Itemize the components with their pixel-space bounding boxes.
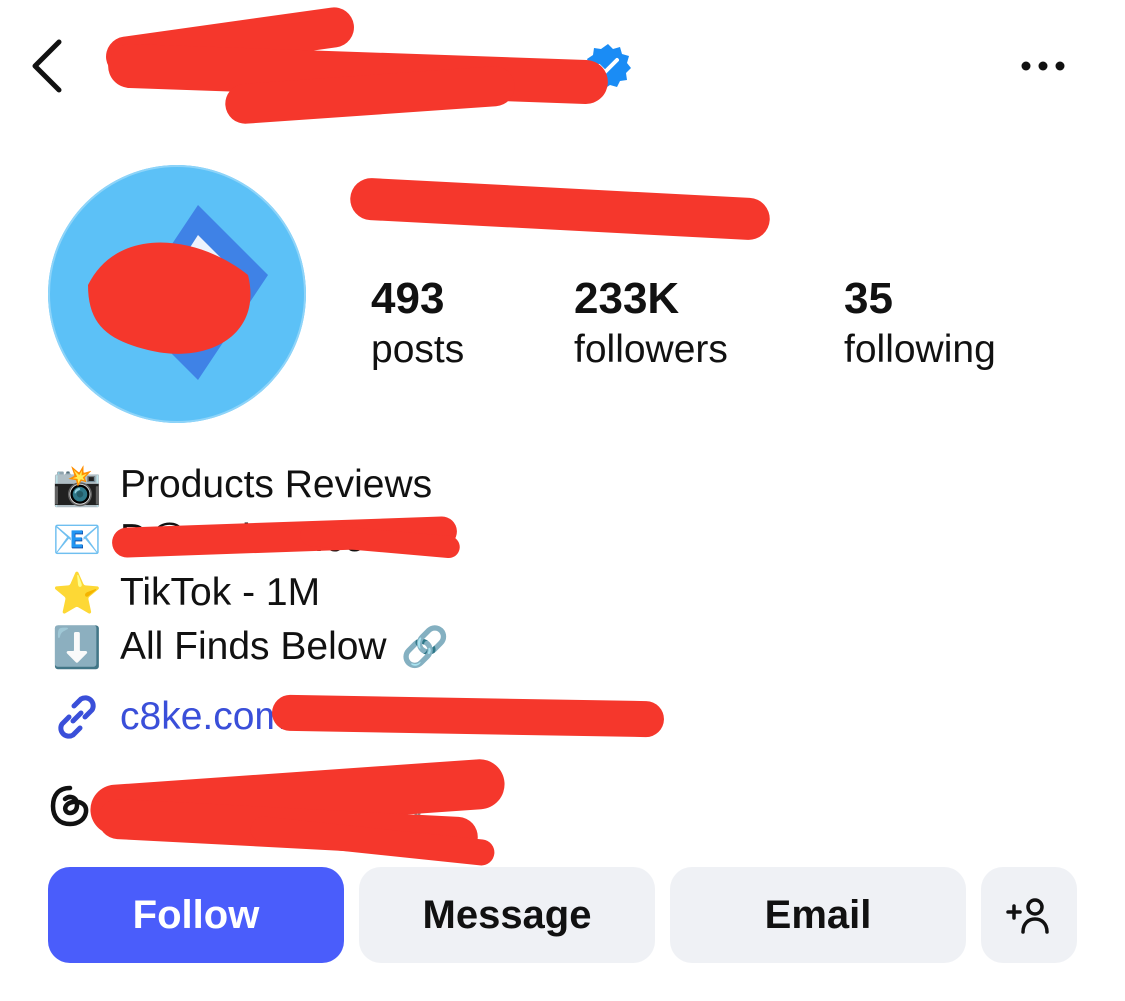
down-arrow-icon: ⬇️ — [52, 625, 102, 670]
profile-bio: 📸 Products Reviews 📧 D@outlook.com ⭐ Tik… — [48, 458, 449, 674]
stat-following[interactable]: 35 following — [844, 275, 996, 377]
add-user-icon — [1006, 898, 1049, 934]
bio-text: All Finds Below — [120, 625, 387, 668]
bio-line: ⬇️ All Finds Below 🔗 — [48, 620, 449, 674]
email-button[interactable]: Email — [670, 867, 966, 963]
bio-line: 📸 Products Reviews — [48, 458, 449, 512]
add-user-button[interactable] — [981, 867, 1077, 963]
avatar-logo-icon — [48, 165, 306, 423]
stat-posts[interactable]: 493 posts — [371, 275, 464, 377]
message-button[interactable]: Message — [359, 867, 655, 963]
threads-icon — [50, 785, 89, 827]
follow-button[interactable]: Follow — [48, 867, 344, 963]
more-options-button[interactable] — [1010, 44, 1076, 88]
stat-following-label: following — [844, 328, 996, 371]
chevron-left-icon — [32, 39, 62, 93]
bio-line: ⭐ TikTok - 1M — [48, 566, 449, 620]
redaction-mark — [349, 177, 771, 241]
stat-followers-count: 233K — [574, 274, 680, 323]
profile-avatar[interactable] — [48, 165, 306, 423]
bio-text: TikTok - 1M — [120, 571, 321, 614]
camera-flash-icon: 📸 — [52, 463, 102, 508]
bio-text: Products Reviews — [120, 463, 433, 506]
stat-posts-label: posts — [371, 328, 465, 371]
back-button[interactable] — [22, 36, 72, 96]
stat-followers-label: followers — [574, 328, 728, 371]
stat-followers[interactable]: 233K followers — [574, 275, 728, 377]
redaction-mark — [271, 694, 665, 738]
link-chain-icon: 🔗 — [400, 626, 450, 669]
stat-posts-count: 493 — [371, 274, 445, 323]
envelope-icon: 📧 — [52, 517, 102, 562]
link-icon — [48, 690, 106, 744]
more-horizontal-icon — [1021, 61, 1065, 71]
star-icon: ⭐ — [52, 571, 102, 616]
stat-following-count: 35 — [844, 274, 893, 323]
